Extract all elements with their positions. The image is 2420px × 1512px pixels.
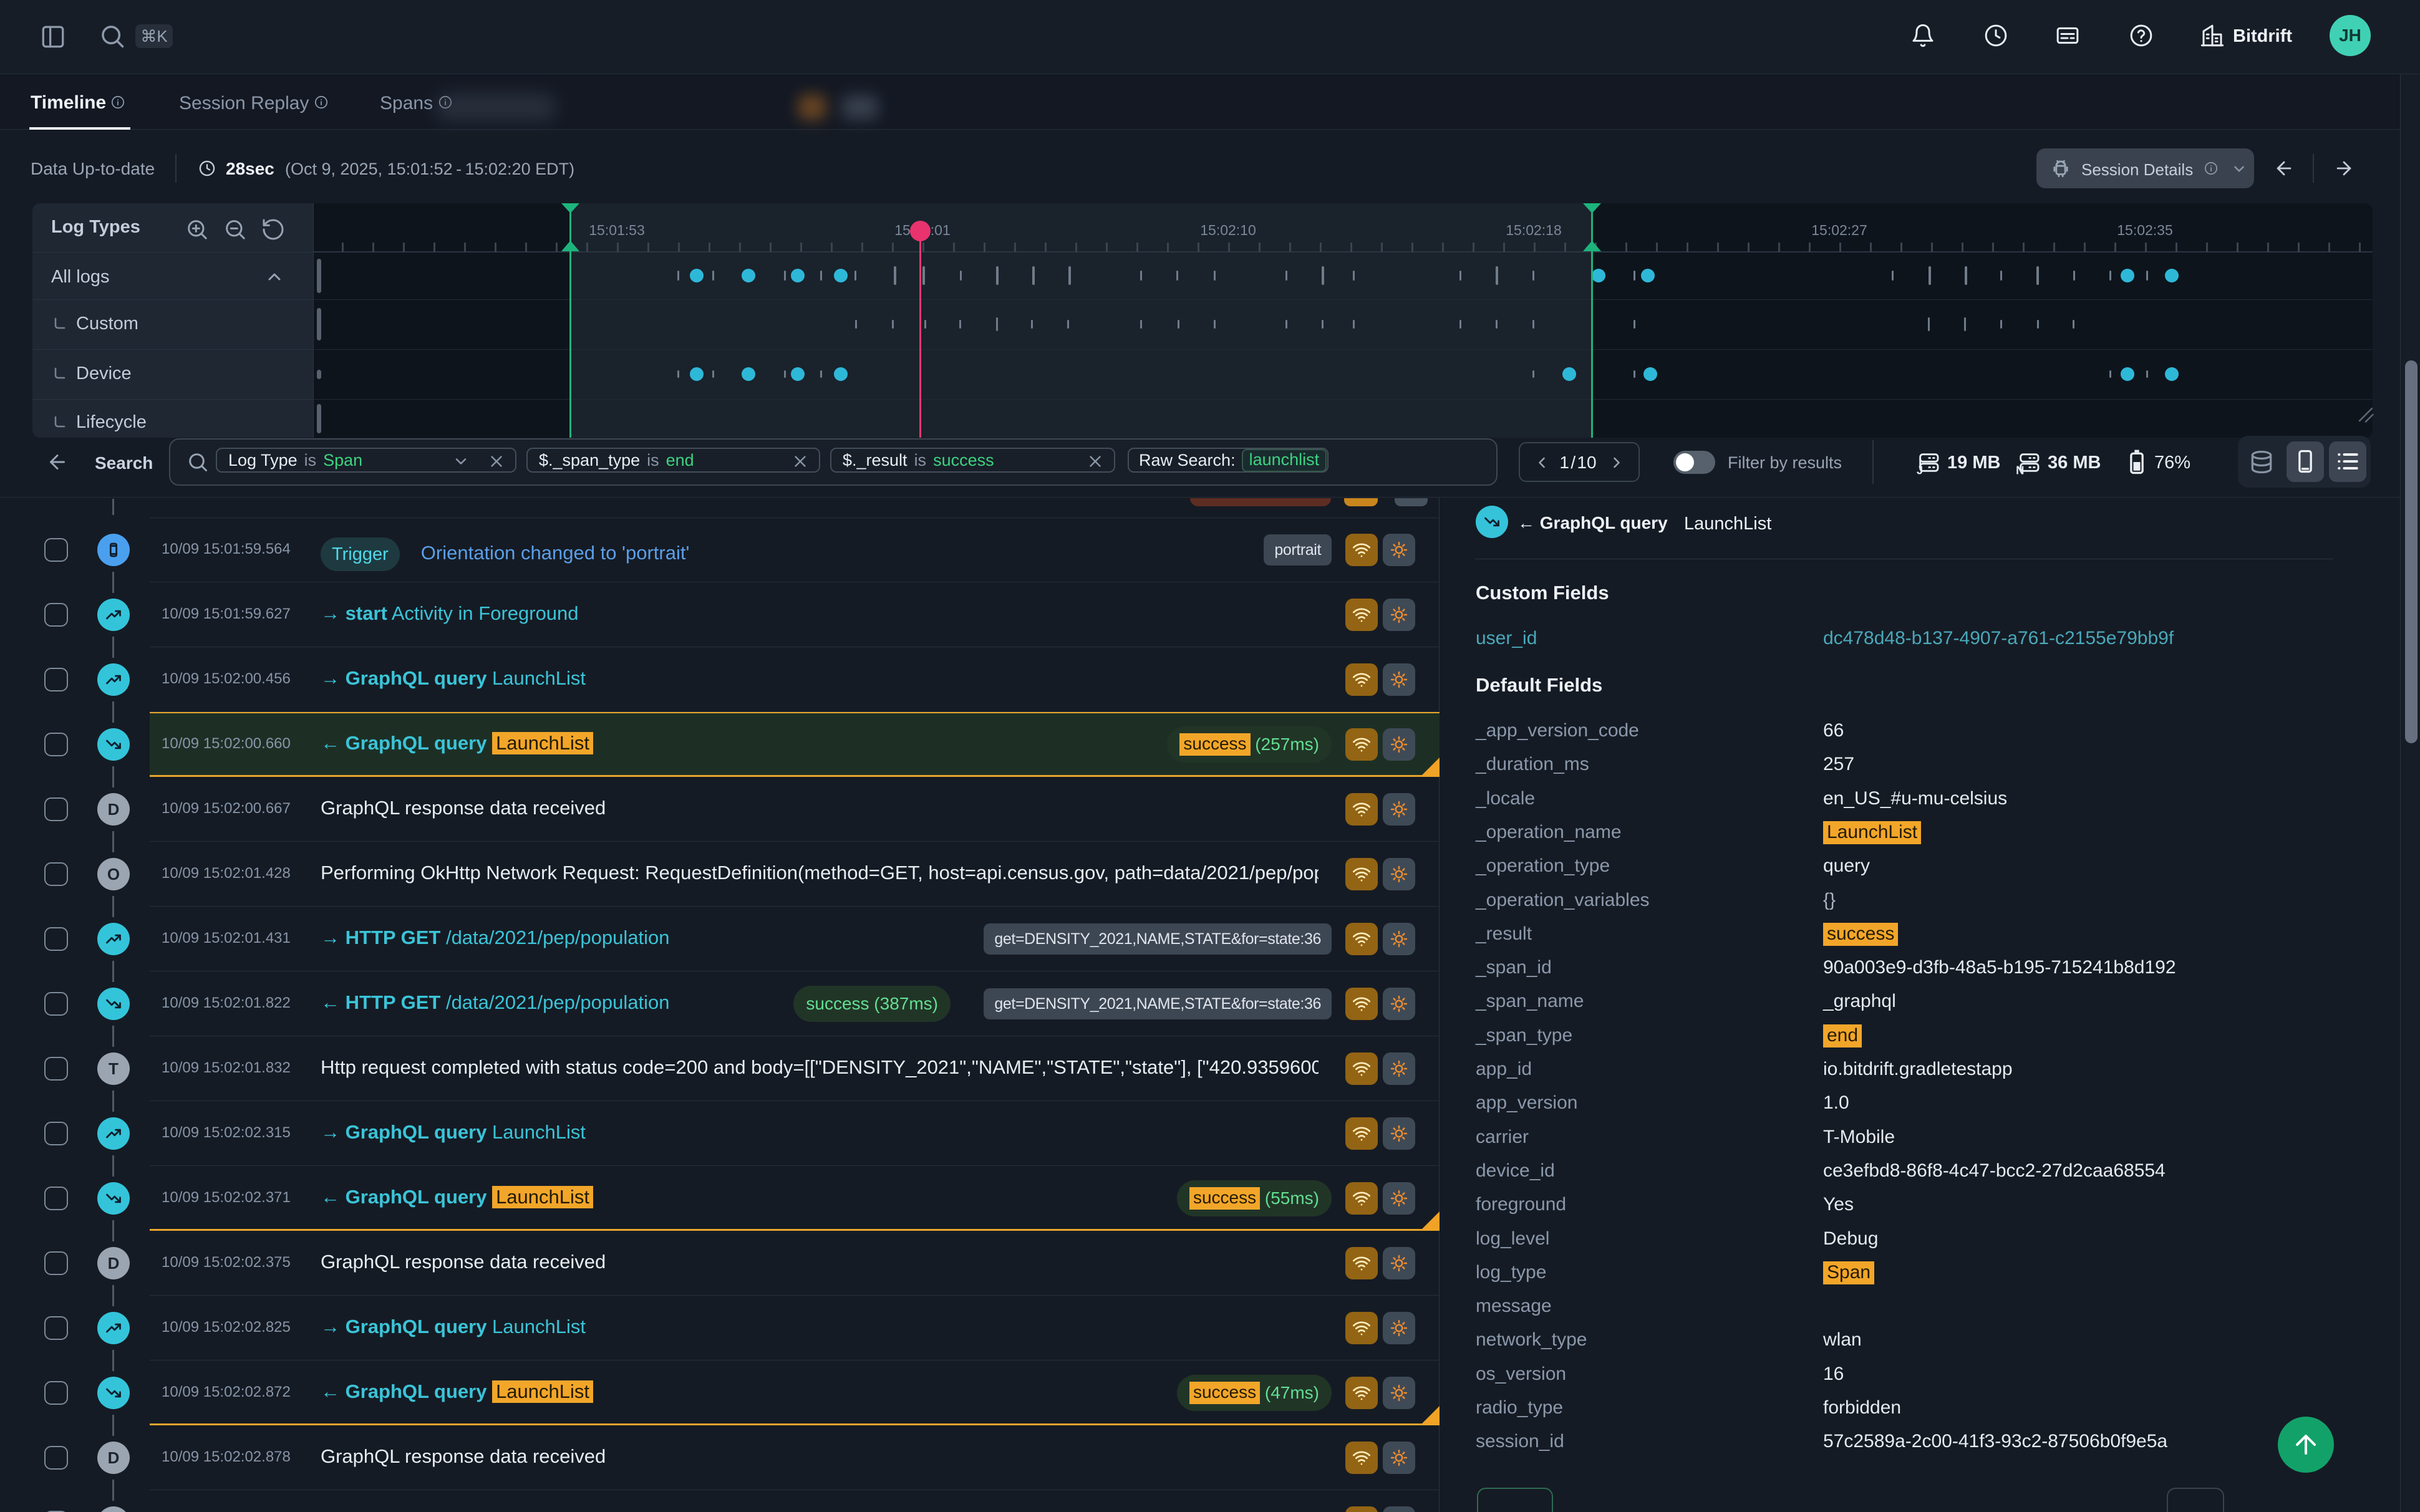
svg-text:J: J — [1917, 463, 1923, 475]
svg-text:N: N — [2016, 463, 2024, 475]
